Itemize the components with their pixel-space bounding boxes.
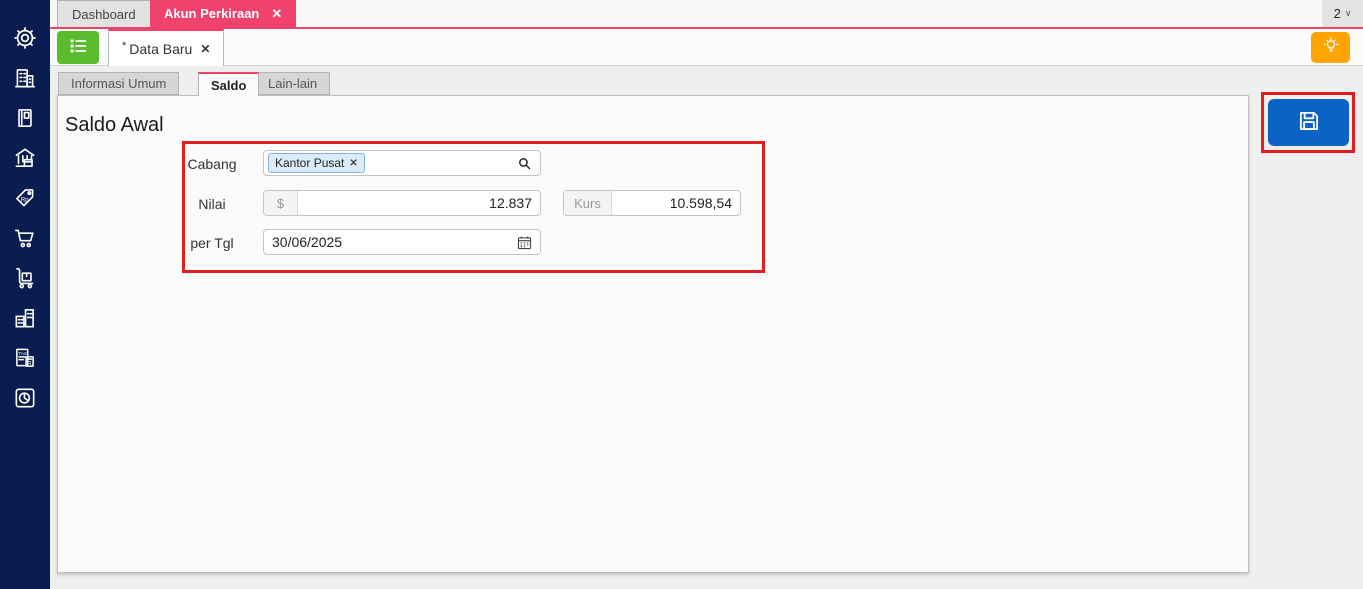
save-button[interactable] bbox=[1268, 99, 1349, 146]
svg-text:Rp: Rp bbox=[21, 197, 29, 203]
tab-informasi-umum-label: Informasi Umum bbox=[71, 76, 166, 91]
company-building-icon[interactable] bbox=[12, 65, 38, 91]
list-icon bbox=[67, 35, 89, 60]
tab-lain-lain-label: Lain-lain bbox=[268, 76, 317, 91]
per-tgl-label: per Tgl bbox=[180, 235, 244, 251]
tab-akun-perkiraan[interactable]: Akun Perkiraan ✕ bbox=[150, 0, 296, 27]
lightbulb-icon bbox=[1321, 36, 1341, 59]
document-tab-row: * Data Baru ✕ bbox=[50, 29, 1363, 66]
tab-saldo-label: Saldo bbox=[211, 78, 246, 93]
nilai-value: 12.837 bbox=[298, 195, 540, 211]
per-tgl-input[interactable]: 30/06/2025 bbox=[263, 229, 541, 255]
tab-lain-lain[interactable]: Lain-lain bbox=[255, 72, 330, 95]
shopping-cart-icon[interactable] bbox=[12, 225, 38, 251]
price-tag-rp-icon[interactable]: Rp bbox=[12, 185, 38, 211]
tab-dashboard-label: Dashboard bbox=[72, 7, 136, 22]
kurs-value: 10.598,54 bbox=[612, 195, 740, 211]
search-icon[interactable] bbox=[516, 155, 533, 172]
unsaved-marker: * bbox=[122, 40, 126, 52]
cabang-chip[interactable]: Kantor Pusat ✕ bbox=[268, 153, 365, 173]
chevron-down-icon: ∨ bbox=[1345, 8, 1352, 19]
tab-data-baru[interactable]: * Data Baru ✕ bbox=[108, 29, 224, 66]
notification-count: 2 bbox=[1334, 6, 1341, 21]
calendar-icon[interactable] bbox=[516, 234, 533, 251]
factory-building-icon[interactable] bbox=[12, 305, 38, 331]
close-icon[interactable]: ✕ bbox=[271, 6, 282, 22]
notification-dropdown[interactable]: 2 ∨ bbox=[1322, 0, 1363, 27]
per-tgl-value: 30/06/2025 bbox=[264, 234, 342, 250]
tab-informasi-umum[interactable]: Informasi Umum bbox=[58, 72, 179, 95]
top-tab-bar: Dashboard Akun Perkiraan ✕ 2 ∨ bbox=[50, 0, 1363, 29]
tab-data-baru-label: Data Baru bbox=[129, 41, 192, 57]
close-icon[interactable]: ✕ bbox=[200, 42, 210, 56]
tab-dashboard[interactable]: Dashboard bbox=[57, 0, 151, 27]
bank-assets-icon[interactable] bbox=[12, 145, 38, 171]
cabang-label: Cabang bbox=[180, 156, 244, 172]
nilai-label: Nilai bbox=[180, 196, 244, 212]
cabang-input[interactable]: Kantor Pusat ✕ bbox=[263, 150, 541, 176]
settings-gear-icon[interactable] bbox=[12, 25, 38, 51]
tax-document-icon[interactable]: TAX bbox=[12, 345, 38, 371]
chip-remove-icon[interactable]: ✕ bbox=[349, 158, 357, 169]
page-title: Saldo Awal bbox=[65, 114, 164, 137]
tab-akun-perkiraan-label: Akun Perkiraan bbox=[164, 6, 259, 21]
sidebar-nav: Rp TAX bbox=[0, 0, 50, 589]
tab-saldo[interactable]: Saldo bbox=[198, 72, 259, 96]
cabang-chip-label: Kantor Pusat bbox=[275, 156, 344, 170]
journal-book-icon[interactable] bbox=[12, 105, 38, 131]
nilai-input[interactable]: $ 12.837 bbox=[263, 190, 541, 216]
report-chart-icon[interactable] bbox=[12, 385, 38, 411]
kurs-prefix-label: Kurs bbox=[564, 191, 612, 215]
kurs-input[interactable]: Kurs 10.598,54 bbox=[563, 190, 741, 216]
currency-prefix: $ bbox=[264, 191, 298, 215]
hint-lightbulb-button[interactable] bbox=[1311, 32, 1350, 63]
save-floppy-icon bbox=[1296, 108, 1322, 137]
delivery-trolley-icon[interactable] bbox=[12, 265, 38, 291]
svg-text:TAX: TAX bbox=[18, 351, 27, 356]
list-menu-button[interactable] bbox=[57, 31, 99, 64]
